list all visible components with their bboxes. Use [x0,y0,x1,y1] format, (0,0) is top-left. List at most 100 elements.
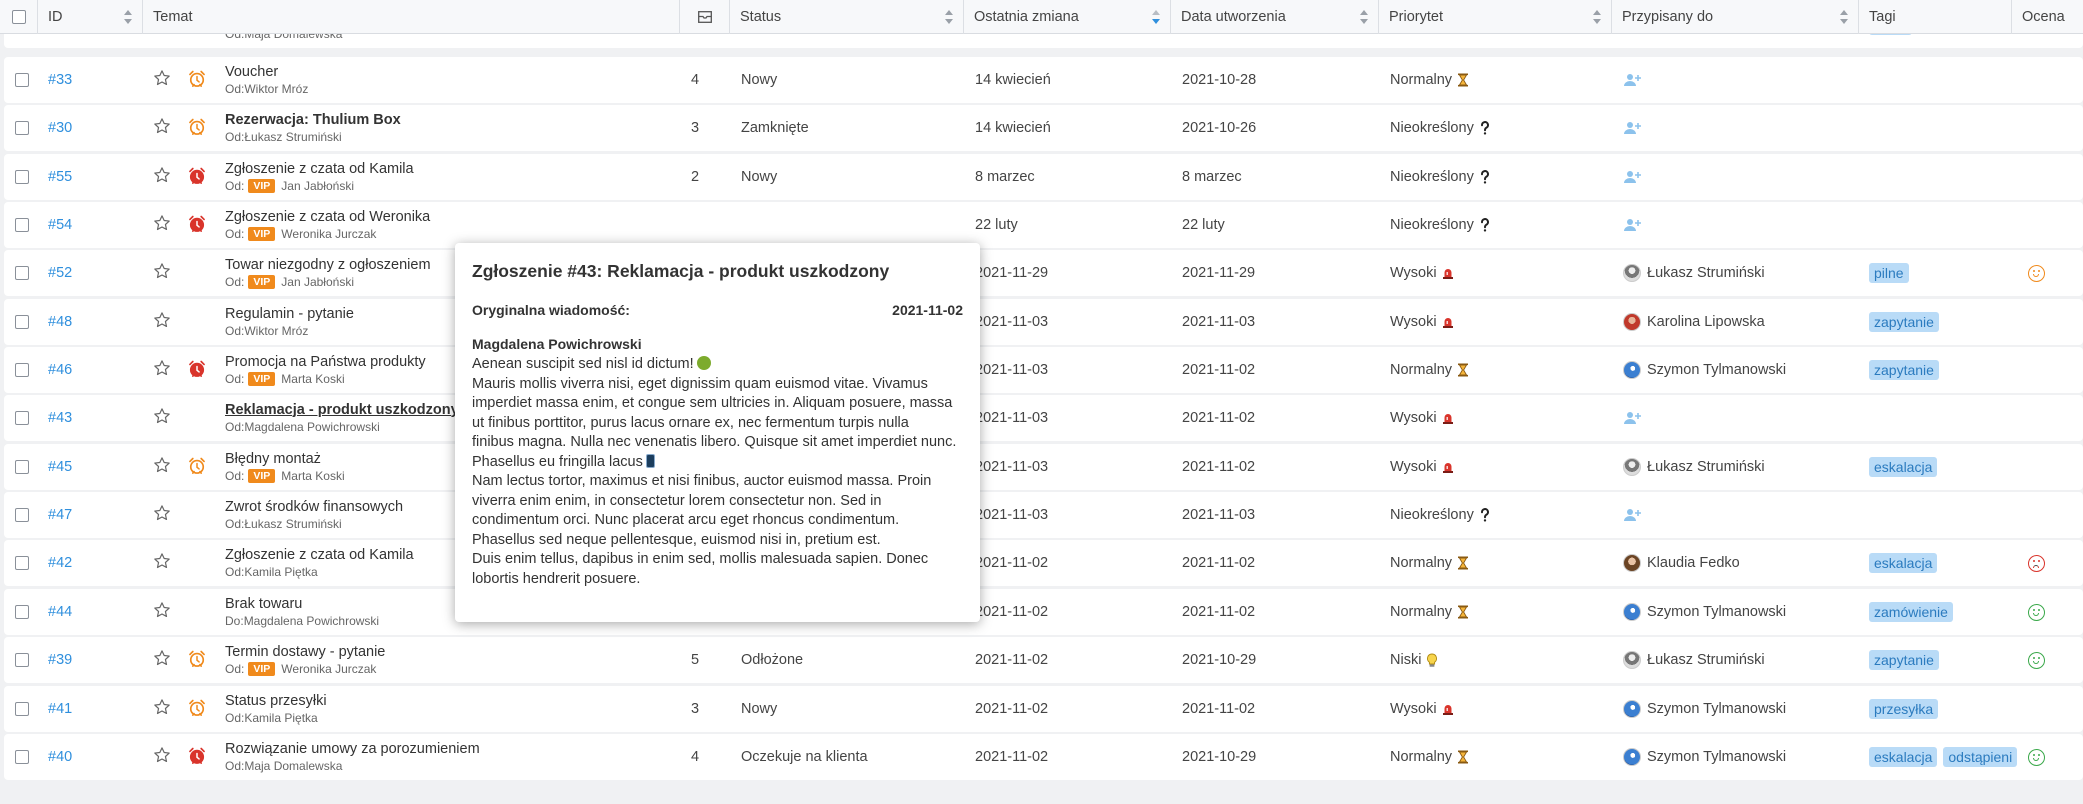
col-header-id[interactable]: ID [38,0,143,34]
subject-title[interactable]: Rezerwacja: Thulium Box [225,112,401,129]
col-header-subject[interactable]: Temat [143,0,680,34]
ticket-subject[interactable]: Voucher Od: Wiktor Mróz [225,57,308,103]
tag-badge[interactable]: eskalacja [1869,457,1938,477]
col-header-tags[interactable]: Tagi [1859,0,2012,34]
assigned-agent[interactable]: Łukasz Strumiński [1623,444,1765,490]
row-checkbox[interactable] [15,411,29,425]
row-checkbox[interactable] [15,363,29,377]
table-row[interactable]: #45 Błędny montaż Od: VIP Marta Koski 2021-11… [4,444,2083,490]
star-icon[interactable] [153,746,171,764]
ticket-subject[interactable]: Brak towaru Do: Magdalena Powichrowski [225,589,379,635]
tag-badge[interactable]: przesyłka [1869,699,1939,719]
star-icon[interactable] [153,311,171,329]
col-header-created[interactable]: Data utworzenia [1171,0,1379,34]
ticket-subject[interactable]: Zgłoszenie z czata od Kamila Od: VIP Jan Ja… [225,154,414,200]
row-checkbox[interactable] [15,73,29,87]
ticket-subject[interactable]: Zgłoszenie z czata od Weronika Od: VIP Wero… [225,202,430,248]
ticket-subject[interactable]: Promocja na Państwa produkty Od: VIP Marta … [225,347,426,393]
ticket-id-link[interactable]: #43 [48,410,72,426]
subject-title[interactable]: Termin dostawy - pytanie [225,644,385,661]
row-checkbox[interactable] [15,556,29,570]
star-icon[interactable] [153,552,171,570]
star-icon[interactable] [153,504,171,522]
row-checkbox[interactable] [15,218,29,232]
table-row[interactable]: #47 Zwrot środków finansowych Od: Łukasz S… [4,492,2083,538]
ticket-id-link[interactable]: #52 [48,265,72,281]
star-icon[interactable] [153,601,171,619]
table-row[interactable]: #46 Promocja na Państwa produkty Od: VIP Mar… [4,347,2083,393]
subject-title[interactable]: Zgłoszenie z czata od Weronika [225,209,430,226]
ticket-subject[interactable]: Zwrot środków finansowych Od: Łukasz Stru… [225,492,403,538]
star-icon[interactable] [153,166,171,184]
col-header-status[interactable]: Status [730,0,964,34]
assigned-agent[interactable] [1623,202,1641,248]
table-row[interactable]: #43 Reklamacja - produkt uszkodzony Od: Ma… [4,395,2083,441]
star-icon[interactable] [153,262,171,280]
ticket-id-link[interactable]: #39 [48,652,72,668]
ticket-id-link[interactable]: #44 [48,604,72,620]
star-icon[interactable] [153,698,171,716]
ticket-id-link[interactable]: #42 [48,555,72,571]
ticket-subject[interactable]: Błędny montaż Od: VIP Marta Koski [225,444,345,490]
assigned-agent[interactable]: Klaudia Fedko [1623,540,1740,586]
table-row[interactable]: #54 Zgłoszenie z czata od Weronika Od: VIP W… [4,202,2083,248]
assigned-agent[interactable]: Szymon Tylmanowski [1623,347,1786,393]
tag-badge[interactable]: zapytanie [1869,360,1939,380]
ticket-id-link[interactable]: #33 [48,72,72,88]
col-header-assigned[interactable]: Przypisany do [1612,0,1859,34]
star-icon[interactable] [153,117,171,135]
table-row[interactable]: #44 Brak towaru Do: Magdalena Powichrowski… [4,589,2083,635]
star-icon[interactable] [153,649,171,667]
ticket-id-link[interactable]: #30 [48,120,72,136]
subject-title[interactable]: Towar niezgodny z ogłoszeniem [225,257,431,274]
col-header-priority[interactable]: Priorytet [1379,0,1612,34]
ticket-subject[interactable]: Status przesyłki Od: Kamila Piętka [225,686,327,732]
row-checkbox[interactable] [15,121,29,135]
table-row[interactable]: #39 Termin dostawy - pytanie Od: VIP Weronik… [4,637,2083,683]
table-row[interactable]: #55 Zgłoszenie z czata od Kamila Od: VIP Jan… [4,154,2083,200]
ticket-id-link[interactable]: #47 [48,507,72,523]
row-checkbox[interactable] [15,508,29,522]
assigned-agent[interactable] [1623,105,1641,151]
assigned-agent[interactable] [1623,154,1641,200]
star-icon[interactable] [153,69,171,87]
subject-title[interactable]: Zwrot środków finansowych [225,499,403,516]
assigned-agent[interactable]: Łukasz Strumiński [1623,250,1765,296]
assigned-agent[interactable] [1623,492,1641,538]
col-header-rating[interactable]: Ocena [2012,0,2083,34]
tag-badge[interactable]: zamówienie [1869,602,1953,622]
tag-badge[interactable]: zapytanie [1869,312,1939,332]
subject-title[interactable]: Regulamin - pytanie [225,306,354,323]
ticket-subject[interactable]: Rozwiązanie umowy za porozumieniem Od: Ma… [225,734,480,780]
table-row[interactable]: #48 Regulamin - pytanie Od: Wiktor Mróz 202… [4,299,2083,345]
row-checkbox[interactable] [15,702,29,716]
ticket-id-link[interactable]: #54 [48,217,72,233]
table-row[interactable]: #30 Rezerwacja: Thulium Box Od: Łukasz Str… [4,105,2083,151]
assigned-agent[interactable]: Karolina Lipowska [1623,299,1765,345]
assigned-agent[interactable]: Szymon Tylmanowski [1623,686,1786,732]
row-checkbox[interactable] [15,653,29,667]
ticket-subject[interactable]: Zgłoszenie z czata od Kamila Od: Kamila P… [225,540,414,586]
star-icon[interactable] [153,456,171,474]
star-icon[interactable] [153,359,171,377]
assigned-agent[interactable]: Łukasz Strumiński [1623,637,1765,683]
ticket-subject[interactable]: Termin dostawy - pytanie Od: VIP Weronika J… [225,637,385,683]
assigned-agent[interactable]: Szymon Tylmanowski [1623,589,1786,635]
row-checkbox[interactable] [15,266,29,280]
tag-badge[interactable]: odstąpieni [1943,747,2018,767]
subject-title[interactable]: Zgłoszenie z czata od Kamila [225,161,414,178]
col-header-last-change[interactable]: Ostatnia zmiana [964,0,1171,34]
ticket-id-link[interactable]: #48 [48,314,72,330]
tag-badge[interactable]: eskalacja [1869,747,1938,767]
assigned-agent[interactable]: Szymon Tylmanowski [1623,734,1786,780]
ticket-subject[interactable]: Regulamin - pytanie Od: Wiktor Mróz [225,299,354,345]
ticket-id-link[interactable]: #46 [48,362,72,378]
subject-title[interactable]: Rozwiązanie umowy za porozumieniem [225,741,480,758]
tag-badge[interactable]: eskalacja [1869,553,1938,573]
subject-title[interactable]: Reklamacja - produkt uszkodzony [225,402,459,419]
table-row[interactable]: #41 Status przesyłki Od: Kamila Piętka 3 Now… [4,686,2083,732]
tag-badge[interactable]: zapytanie [1869,650,1939,670]
row-checkbox[interactable] [15,460,29,474]
tag-badge[interactable]: pilne [1869,263,1909,283]
ticket-id-link[interactable]: #41 [48,701,72,717]
